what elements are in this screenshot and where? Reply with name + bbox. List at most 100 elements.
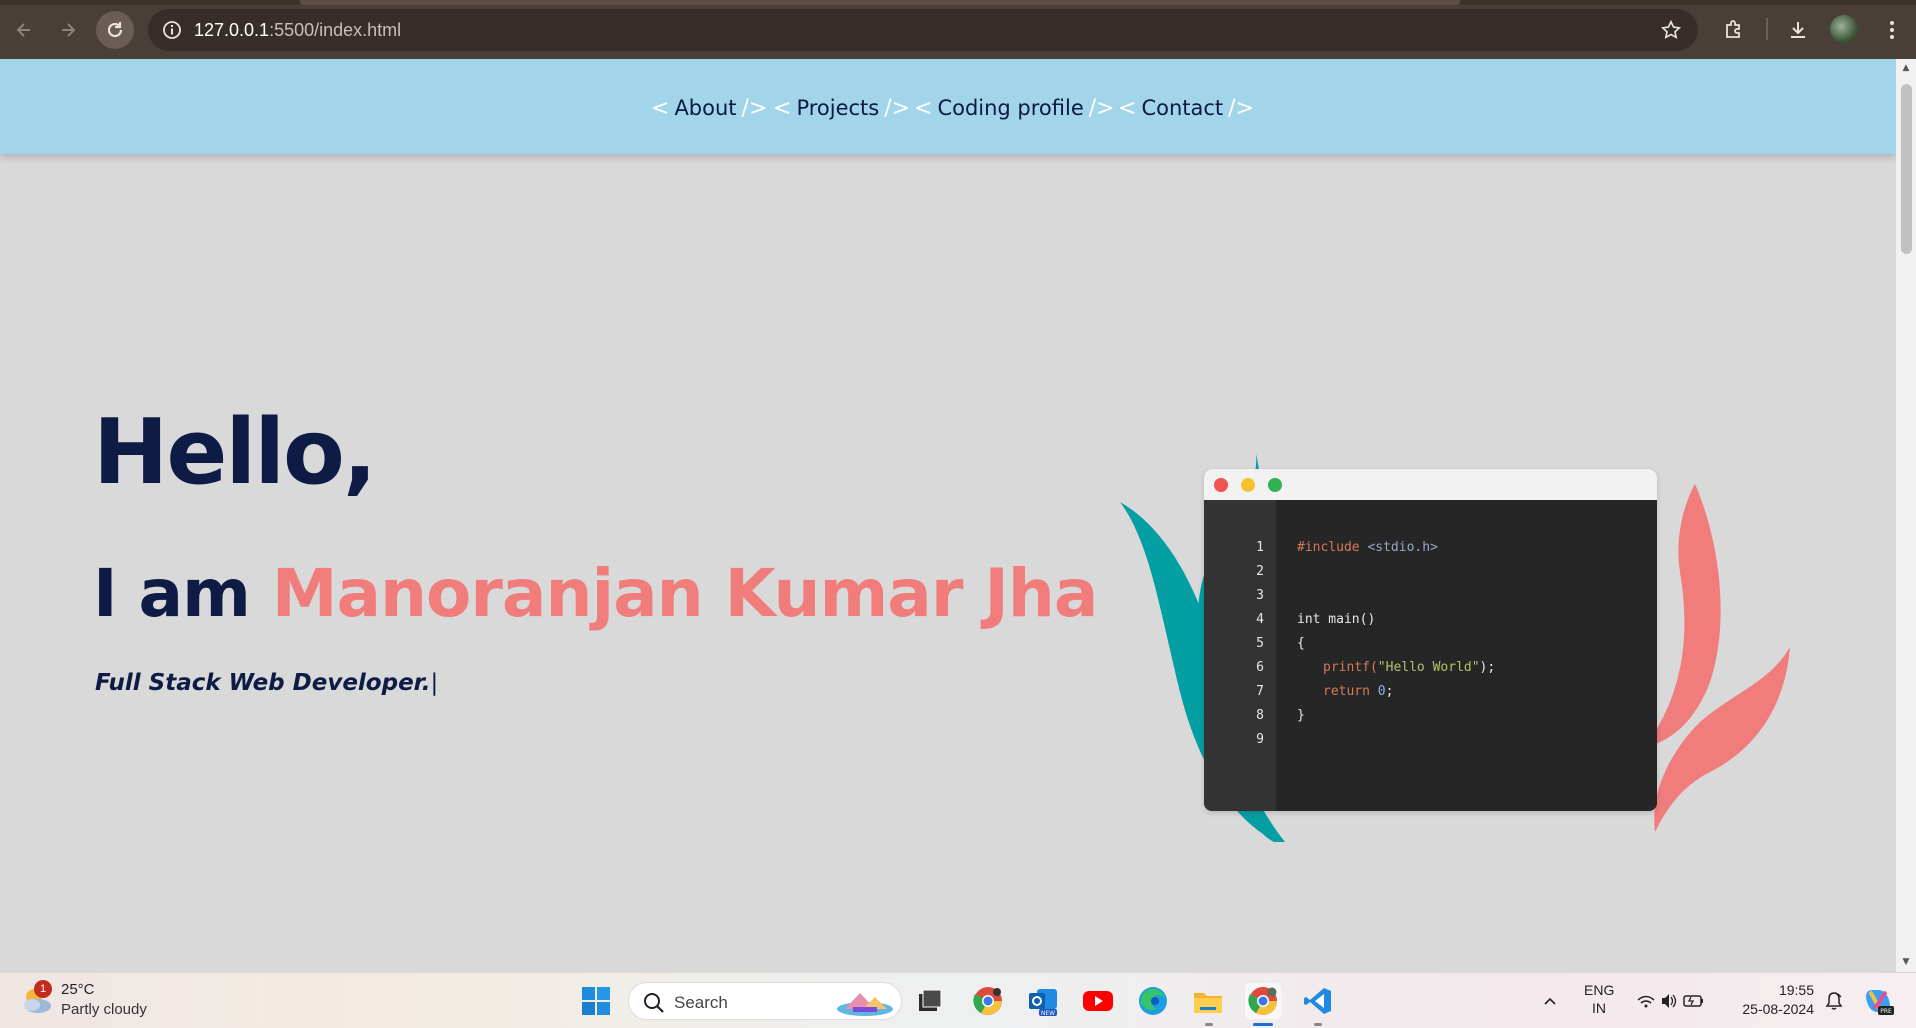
line-number: 2: [1256, 564, 1264, 579]
minimize-dot-icon: [1241, 478, 1255, 492]
line-number: 6: [1256, 660, 1264, 675]
code-line-open-brace: {: [1297, 636, 1305, 651]
chrome-profile-icon[interactable]: [970, 983, 1006, 1019]
windows-taskbar: 1 25°C Partly cloudy Search NEW ENG IN 1…: [0, 972, 1916, 1028]
reload-icon: [107, 22, 123, 38]
scroll-up-arrow-icon[interactable]: ▲: [1901, 63, 1911, 73]
extensions-icon[interactable]: [1718, 14, 1750, 46]
maximize-dot-icon: [1268, 478, 1282, 492]
show-hidden-icons-chevron-icon[interactable]: [1532, 983, 1568, 1019]
line-number: 5: [1256, 636, 1264, 651]
nav-label: About: [674, 96, 737, 120]
active-tab-indicator: [300, 0, 1460, 5]
quick-settings-cluster[interactable]: [1636, 983, 1706, 1019]
code-line-return: return 0;: [1323, 684, 1393, 699]
search-placeholder: Search: [674, 993, 728, 1012]
hero-greeting: Hello,: [93, 400, 377, 505]
printf-end: );: [1479, 660, 1496, 675]
code-window-titlebar: [1204, 469, 1657, 500]
youtube-icon[interactable]: [1080, 983, 1116, 1019]
copilot-icon[interactable]: PRE: [1860, 983, 1896, 1019]
tab-strip: [0, 0, 1916, 5]
nav-projects[interactable]: < Projects />: [773, 91, 910, 125]
clock-date: 25-08-2024: [1742, 1001, 1814, 1017]
language-indicator[interactable]: ENG IN: [1584, 982, 1614, 1016]
close-dot-icon: [1214, 478, 1228, 492]
edge-icon[interactable]: [1135, 983, 1171, 1019]
nav-close-bracket: />: [1228, 95, 1254, 121]
scrollbar-thumb[interactable]: [1901, 84, 1912, 254]
nav-about[interactable]: < About />: [651, 91, 767, 125]
url-text[interactable]: 127.0.0.1:5500/index.html: [194, 20, 401, 41]
menu-kebab-icon[interactable]: [1876, 14, 1908, 46]
code-line-printf: printf("Hello World");: [1323, 660, 1495, 675]
forward-button[interactable]: [52, 14, 84, 46]
return-keyword: return: [1323, 684, 1370, 699]
chrome-active-indicator: [1253, 1023, 1273, 1026]
clock[interactable]: 19:55 25-08-2024: [1732, 982, 1814, 1017]
address-bar[interactable]: 127.0.0.1:5500/index.html: [148, 9, 1698, 51]
weather-badge: 1: [34, 980, 52, 998]
vscode-icon[interactable]: [1300, 983, 1336, 1019]
notification-bell-icon[interactable]: [1822, 983, 1846, 1019]
include-directive: #include: [1297, 540, 1360, 555]
url-path: :5500/index.html: [269, 20, 402, 40]
hero-role-text: Full Stack Web Developer.: [95, 670, 431, 696]
url-host: 127.0.0.1: [194, 20, 270, 40]
explorer-running-indicator: [1205, 1023, 1213, 1026]
toolbar-separator: [1766, 18, 1768, 40]
download-icon[interactable]: [1782, 14, 1814, 46]
printf-fn: printf(: [1323, 660, 1378, 675]
windows-start-icon[interactable]: [578, 983, 614, 1019]
weather-condition: Partly cloudy: [61, 1001, 147, 1018]
chrome-active-icon[interactable]: [1245, 983, 1281, 1019]
line-number: 7: [1256, 684, 1264, 699]
site-header: < About /> < Projects /> < Coding profil…: [0, 59, 1896, 154]
code-line-close-brace: }: [1297, 708, 1305, 723]
line-number: 3: [1256, 588, 1264, 603]
return-value: 0: [1377, 684, 1386, 699]
nav-label: Coding profile: [937, 96, 1084, 120]
vscode-running-indicator: [1314, 1023, 1322, 1026]
svg-text:PRE: PRE: [1880, 1008, 1892, 1015]
printf-string: "Hello World": [1377, 660, 1480, 675]
code-gutter: 1 2 3 4 5 6 7 8 9: [1204, 500, 1276, 811]
nav-close-bracket: />: [884, 95, 911, 121]
code-line-include: #include <stdio.h>: [1297, 540, 1438, 555]
search-icon: [644, 993, 664, 1013]
hero-intro: I am Manoranjan Kumar Jha: [93, 555, 1098, 632]
line-number: 1: [1256, 540, 1264, 555]
coral-leaf-right: [1654, 647, 1790, 832]
line-number: 8: [1256, 708, 1264, 723]
nav-close-bracket: />: [1088, 95, 1115, 121]
language-code: ENG: [1584, 982, 1615, 998]
back-arrow-icon: [16, 23, 30, 37]
scroll-down-arrow-icon[interactable]: ▼: [1901, 957, 1911, 967]
wifi-volume-battery-icon: [1637, 994, 1703, 1008]
nav-open-bracket: <: [914, 95, 933, 121]
nav-coding-profile[interactable]: < Coding profile />: [914, 91, 1115, 125]
page-scrollbar[interactable]: ▲ ▼: [1896, 59, 1916, 972]
profile-avatar[interactable]: [1830, 15, 1858, 43]
back-button[interactable]: [8, 14, 40, 46]
browser-toolbar: 127.0.0.1:5500/index.html: [0, 0, 1916, 59]
language-region: IN: [1592, 1000, 1606, 1016]
site-info-icon[interactable]: [158, 16, 186, 44]
taskbar-search[interactable]: Search: [628, 982, 902, 1020]
file-explorer-icon[interactable]: [1190, 983, 1226, 1019]
nav-contact[interactable]: < Contact />: [1118, 91, 1254, 125]
task-view-icon[interactable]: [912, 983, 948, 1019]
include-header: <stdio.h>: [1367, 540, 1438, 555]
bookmark-star-icon[interactable]: [1658, 17, 1684, 43]
weather-temperature: 25°C: [61, 981, 95, 998]
line-number: 4: [1256, 612, 1264, 627]
nav-open-bracket: <: [1118, 95, 1137, 121]
forward-arrow-icon: [62, 23, 76, 37]
outlook-new-icon[interactable]: NEW: [1025, 983, 1061, 1019]
nav-open-bracket: <: [773, 95, 792, 121]
code-line-main: int main(): [1297, 612, 1376, 627]
nav-label: Projects: [796, 96, 880, 120]
code-editor-window: 1 2 3 4 5 6 7 8 9 #include <stdio.h> int…: [1204, 469, 1657, 811]
clock-time: 19:55: [1778, 982, 1814, 998]
reload-button[interactable]: [96, 11, 134, 49]
